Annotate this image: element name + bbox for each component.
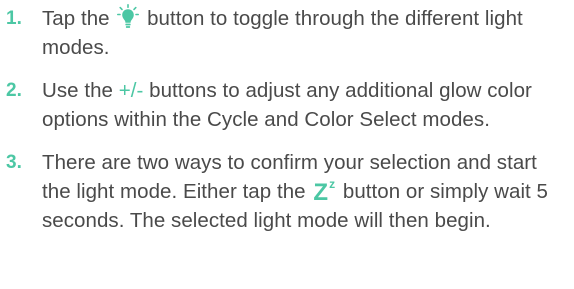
step-number: 2. [6,80,22,101]
step-text-before: Use the [42,79,113,102]
step-number: 3. [6,152,22,173]
step-text-after: buttons to adjust any additional glow co… [42,79,532,131]
step-text-after: button to toggle through the different l… [42,7,523,59]
step-2: 2. Use the +/- buttons to adjust any add… [0,76,574,134]
step-number: 1. [6,8,22,29]
lightbulb-icon [117,4,140,28]
sleep-zz-icon: Zz [313,178,335,205]
step-1: 1. Tap the button to toggle through the … [0,4,574,62]
plus-minus-label: +/- [118,79,144,102]
zz-icon-main: Z [313,179,329,206]
zz-icon-sup: z [329,177,336,191]
instruction-steps: 1. Tap the button to toggle through the … [0,0,574,235]
step-text-before: Tap the [42,7,110,30]
step-3: 3. There are two ways to confirm your se… [0,148,574,235]
